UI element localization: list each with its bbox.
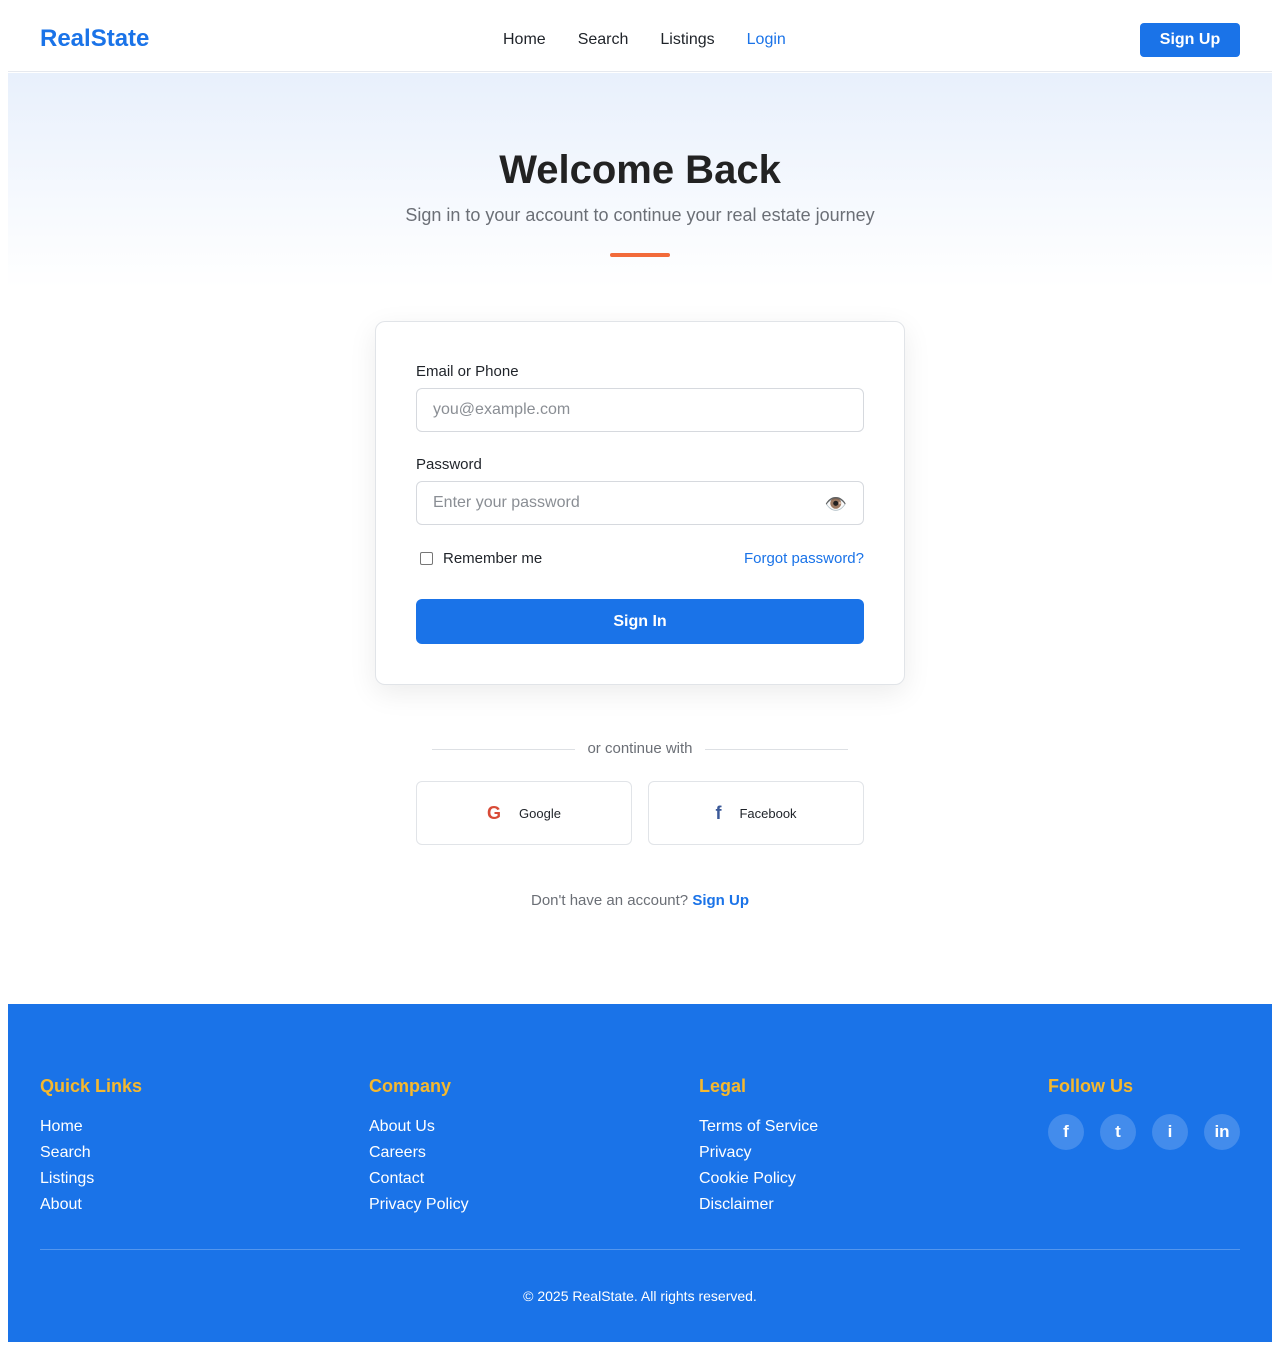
password-label: Password: [416, 456, 482, 473]
main-nav: Home Search Listings Login: [503, 31, 786, 49]
footer-link[interactable]: Search: [40, 1140, 142, 1166]
footer-heading: Legal: [699, 1076, 747, 1096]
header-signup-button[interactable]: Sign Up: [1140, 23, 1240, 57]
login-card: Email or Phone Password 👁️ Remember me F…: [375, 321, 905, 685]
copyright: © 2025 RealState. All rights reserved.: [523, 1288, 757, 1304]
footer-link[interactable]: Privacy: [699, 1140, 818, 1166]
footer-link[interactable]: Careers: [369, 1140, 469, 1166]
footer-link[interactable]: About Us: [369, 1114, 469, 1140]
page: RealState Home Search Listings Login Sig…: [8, 0, 1272, 1342]
footer-link[interactable]: Privacy Policy: [369, 1192, 469, 1218]
signup-prompt: Don't have an account? Sign Up: [8, 892, 1272, 909]
hero: Welcome Back Sign in to your account to …: [8, 73, 1272, 288]
footer-link[interactable]: Listings: [40, 1166, 142, 1192]
footer-link[interactable]: Disclaimer: [699, 1192, 818, 1218]
facebook-label: Facebook: [739, 805, 797, 821]
site-footer: Quick Links Home Search Listings About C…: [8, 1004, 1272, 1342]
remember-me-label: Remember me: [443, 550, 543, 567]
footer-link[interactable]: Contact: [369, 1166, 469, 1192]
page-subtitle: Sign in to your account to continue your…: [405, 205, 875, 225]
google-label: Google: [519, 805, 561, 821]
nav-home[interactable]: Home: [503, 31, 546, 49]
nav-search[interactable]: Search: [578, 31, 629, 49]
footer-link[interactable]: Home: [40, 1114, 142, 1140]
footer-heading: Company: [369, 1076, 452, 1096]
footer-company: Company About Us Careers Contact Privacy…: [369, 1076, 469, 1218]
footer-heading: Quick Links: [40, 1076, 143, 1096]
password-field[interactable]: [416, 481, 864, 525]
page-title: Welcome Back: [499, 148, 781, 192]
footer-quick-links: Quick Links Home Search Listings About: [40, 1076, 142, 1218]
remember-me-checkbox[interactable]: [420, 552, 433, 565]
footer-link[interactable]: Terms of Service: [699, 1114, 818, 1140]
nav-listings[interactable]: Listings: [660, 31, 714, 49]
google-icon: G: [487, 802, 502, 823]
footer-heading: Follow Us: [1048, 1076, 1133, 1096]
show-password-icon[interactable]: 👁️: [824, 492, 848, 516]
signup-prompt-text: Don't have an account?: [531, 892, 689, 909]
twitter-icon[interactable]: t: [1100, 1114, 1136, 1150]
nav-login[interactable]: Login: [747, 31, 786, 49]
footer-link[interactable]: Cookie Policy: [699, 1166, 818, 1192]
email-field[interactable]: [416, 388, 864, 432]
facebook-icon[interactable]: f: [1048, 1114, 1084, 1150]
forgot-password-link[interactable]: Forgot password?: [744, 550, 864, 567]
divider-line-right: [705, 749, 848, 750]
site-header: RealState Home Search Listings Login Sig…: [8, 0, 1272, 72]
signup-link[interactable]: Sign Up: [692, 892, 749, 909]
footer-link[interactable]: About: [40, 1192, 142, 1218]
logo[interactable]: RealState: [40, 25, 149, 53]
sign-in-button[interactable]: Sign In: [416, 599, 864, 644]
facebook-login-button[interactable]: f Facebook: [648, 781, 864, 845]
footer-follow: Follow Us f t i in: [1048, 1076, 1240, 1150]
linkedin-icon[interactable]: in: [1204, 1114, 1240, 1150]
email-label: Email or Phone: [416, 363, 519, 380]
social-icons: f t i in: [1048, 1114, 1240, 1150]
footer-legal: Legal Terms of Service Privacy Cookie Po…: [699, 1076, 818, 1218]
accent-divider: [610, 253, 670, 257]
instagram-icon[interactable]: i: [1152, 1114, 1188, 1150]
social-divider: or continue with: [432, 740, 848, 758]
footer-divider: [40, 1249, 1240, 1250]
facebook-icon: f: [715, 802, 722, 823]
remember-me: Remember me: [420, 550, 542, 567]
google-login-button[interactable]: G Google: [416, 781, 632, 845]
